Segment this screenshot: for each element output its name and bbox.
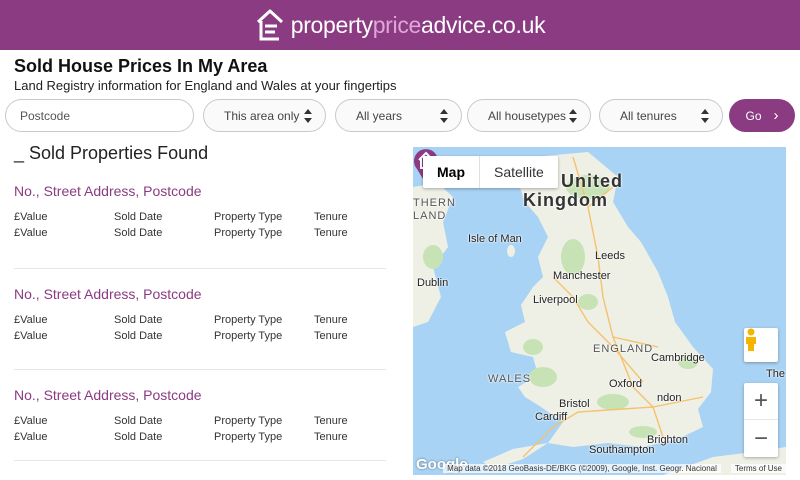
postcode-input[interactable]: [5, 99, 194, 132]
result-property-type: Property Type: [214, 227, 283, 239]
page-title: Sold House Prices In My Area: [14, 56, 268, 76]
zoom-in-icon[interactable]: +: [744, 383, 778, 420]
map-label-london: ndon: [657, 392, 682, 404]
result-row: £Value Sold Date Property Type Tenure: [14, 328, 386, 344]
result-item: No., Street Address, Postcode £Value Sol…: [14, 286, 386, 370]
result-sold-date: Sold Date: [114, 227, 163, 239]
result-sold-date: Sold Date: [114, 330, 163, 342]
go-button-label: Go: [745, 108, 762, 123]
map-label-cambridge: Cambridge: [651, 352, 705, 364]
select-arrows-icon: [303, 108, 313, 123]
result-sold-date: Sold Date: [114, 211, 163, 223]
map-label-kingdom: Kingdom: [523, 190, 608, 210]
result-tenure: Tenure: [314, 415, 348, 427]
result-tenure: Tenure: [314, 431, 348, 443]
map-type-map-button[interactable]: Map: [423, 156, 480, 188]
map-label-manchester: Manchester: [553, 270, 611, 282]
result-tenure: Tenure: [314, 330, 348, 342]
logo-wordmark: propertypriceadvice.co.uk: [291, 12, 546, 39]
result-property-type: Property Type: [214, 431, 283, 443]
pegman-icon: [746, 328, 756, 351]
chevron-right-icon: ›: [773, 107, 779, 124]
years-select-value: All years: [356, 108, 403, 123]
result-row: £Value Sold Date Property Type Tenure: [14, 413, 386, 429]
map-label-united: United: [561, 171, 623, 191]
map-type-control: Map Satellite: [423, 156, 558, 188]
terms-of-use-link[interactable]: Terms of Use: [730, 464, 786, 473]
map-data-attribution: Map data ©2018 GeoBasis-DE/BKG (©2009), …: [443, 464, 721, 473]
result-property-type: Property Type: [214, 330, 283, 342]
result-value: £Value: [14, 227, 48, 239]
go-button[interactable]: Go ›: [729, 99, 795, 132]
map-label-northern-ireland-2: LAND: [413, 210, 447, 222]
search-filters: This area only All years All housetypes …: [5, 99, 795, 132]
map-attribution: Map data ©2018 GeoBasis-DE/BKG (©2009), …: [413, 462, 786, 475]
map-label-the: The: [766, 368, 785, 380]
result-item: No., Street Address, Postcode £Value Sol…: [14, 387, 386, 461]
select-arrows-icon: [439, 108, 449, 123]
result-row: £Value Sold Date Property Type Tenure: [14, 209, 386, 225]
logo-text-advice: advice.co.uk: [421, 11, 546, 38]
results-count: _ Sold Properties Found: [14, 143, 209, 163]
result-address-link[interactable]: No., Street Address, Postcode: [14, 387, 386, 403]
result-row: £Value Sold Date Property Type Tenure: [14, 312, 386, 328]
result-address-link[interactable]: No., Street Address, Postcode: [14, 286, 386, 302]
site-header: propertypriceadvice.co.uk: [0, 0, 800, 50]
result-sold-date: Sold Date: [114, 415, 163, 427]
logo-text-price: price: [372, 11, 422, 38]
page-subtitle: Land Registry information for England an…: [14, 78, 397, 93]
housetypes-select-value: All housetypes: [488, 108, 567, 123]
zoom-control: + −: [744, 383, 778, 457]
house-logo-icon: [256, 9, 283, 41]
site-logo[interactable]: propertypriceadvice.co.uk: [255, 8, 546, 42]
zoom-out-icon[interactable]: −: [744, 420, 778, 457]
map-label-cardiff: Cardiff: [535, 411, 568, 423]
housetypes-select[interactable]: All housetypes: [467, 99, 591, 132]
result-item: No., Street Address, Postcode £Value Sol…: [14, 183, 386, 269]
result-value: £Value: [14, 211, 48, 223]
map-label-isle-of-man: Isle of Man: [468, 233, 522, 245]
result-tenure: Tenure: [314, 227, 348, 239]
result-property-type: Property Type: [214, 314, 283, 326]
map-label-oxford: Oxford: [609, 378, 643, 390]
area-select[interactable]: This area only: [203, 99, 326, 132]
tenures-select-value: All tenures: [620, 108, 677, 123]
result-value: £Value: [14, 415, 48, 427]
select-arrows-icon: [700, 108, 710, 123]
result-tenure: Tenure: [314, 314, 348, 326]
logo-text-property: property: [290, 11, 373, 38]
result-value: £Value: [14, 431, 48, 443]
result-tenure: Tenure: [314, 211, 348, 223]
result-row: £Value Sold Date Property Type Tenure: [14, 429, 386, 445]
result-value: £Value: [14, 314, 48, 326]
map-label-liverpool: Liverpool: [533, 294, 578, 306]
map-label-dublin: Dublin: [417, 277, 449, 289]
years-select[interactable]: All years: [335, 99, 462, 132]
result-sold-date: Sold Date: [114, 431, 163, 443]
result-address-link[interactable]: No., Street Address, Postcode: [14, 183, 386, 199]
map-label-leeds: Leeds: [595, 250, 625, 262]
map-label-northern-ireland-1: THERN: [413, 197, 456, 209]
result-sold-date: Sold Date: [114, 314, 163, 326]
map-type-satellite-button[interactable]: Satellite: [480, 156, 558, 188]
select-arrows-icon: [568, 108, 578, 123]
map-label-england: ENGLAND: [593, 343, 654, 355]
street-view-pegman-button[interactable]: [744, 328, 778, 362]
tenures-select[interactable]: All tenures: [599, 99, 723, 132]
map-label-wales: WALES: [488, 373, 532, 385]
map-label-bristol: Bristol: [559, 398, 590, 410]
result-row: £Value Sold Date Property Type Tenure: [14, 225, 386, 241]
area-select-value: This area only: [224, 108, 300, 123]
result-property-type: Property Type: [214, 211, 283, 223]
result-property-type: Property Type: [214, 415, 283, 427]
result-value: £Value: [14, 330, 48, 342]
map-widget[interactable]: United Kingdom THERN LAND Isle of Man Le…: [413, 147, 786, 475]
map-label-southampton: Southampton: [589, 444, 655, 456]
